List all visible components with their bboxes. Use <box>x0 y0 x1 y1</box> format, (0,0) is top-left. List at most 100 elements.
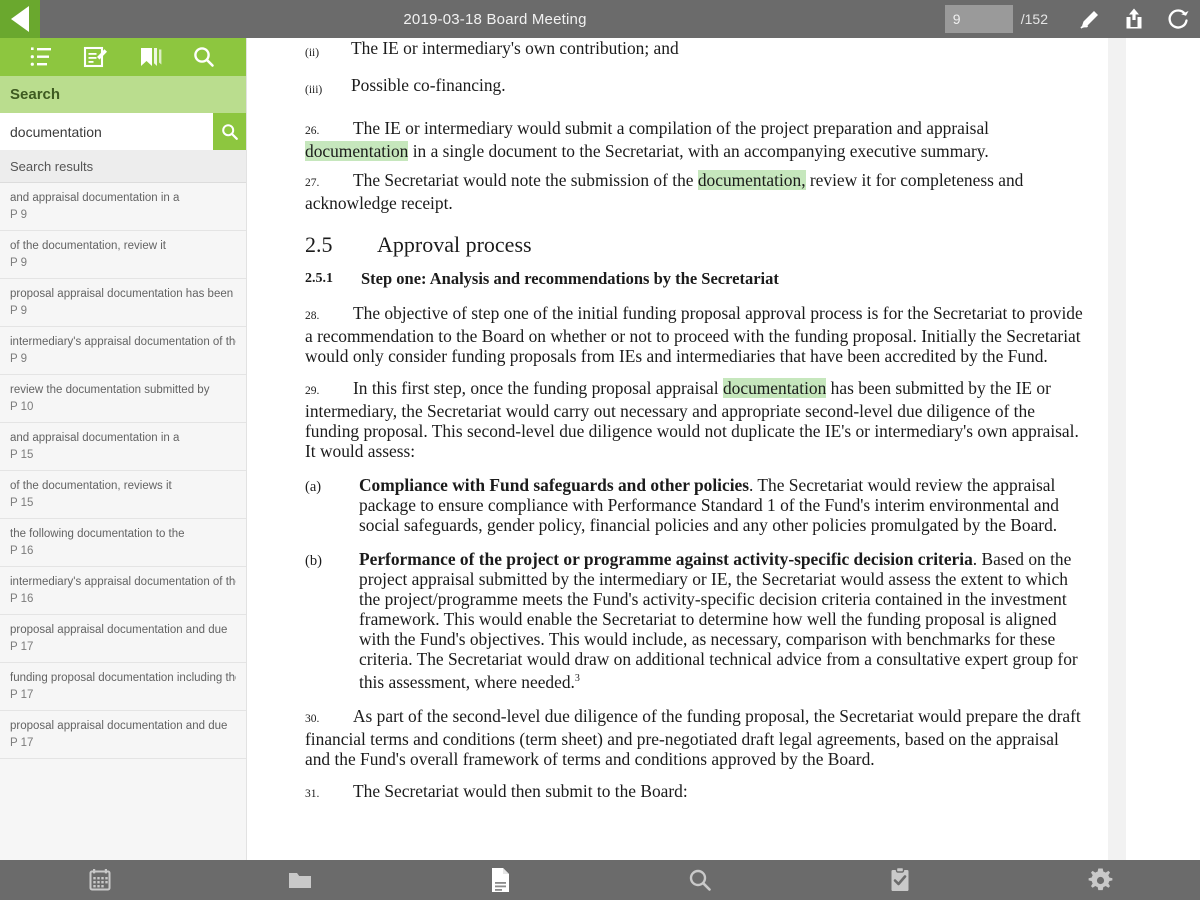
result-page: P 17 <box>10 689 34 701</box>
result-page: P 17 <box>10 641 34 653</box>
result-page: P 9 <box>10 257 28 269</box>
list-item[interactable]: and appraisal documentation in a P 15 <box>0 423 246 471</box>
list-item[interactable]: intermediary's appraisal documentation o… <box>0 327 246 375</box>
document-viewport[interactable]: (ii) The IE or intermediary's own contri… <box>248 38 1200 860</box>
result-page: P 15 <box>10 497 34 509</box>
paragraph-text-part: The Secretariat would note the submissio… <box>353 170 698 190</box>
result-snippet: funding proposal documentation including… <box>10 672 236 684</box>
paragraph-number: 31. <box>305 787 320 800</box>
list-letter: (b) <box>305 553 322 569</box>
paragraph-number: 28. <box>305 310 320 322</box>
section-title: Approval process <box>377 232 532 257</box>
list-letter: (a) <box>305 479 322 495</box>
refresh-sync-icon <box>1167 8 1188 29</box>
result-page: P 16 <box>10 545 34 557</box>
roman-list-item: (iii) Possible co-financing. <box>305 75 1086 100</box>
list-body: Performance of the project or programme … <box>359 549 1086 692</box>
search-results-label: Search results <box>0 150 246 183</box>
paragraph-30: 30. As part of the second-level due dilig… <box>305 706 1086 769</box>
search-highlight: documentation <box>305 141 409 161</box>
result-page: P 15 <box>10 449 34 461</box>
top-toolbar-right: /152 <box>944 0 1200 38</box>
roman-text: Possible co-financing. <box>351 75 506 95</box>
list-item[interactable]: intermediary's appraisal documentation o… <box>0 567 246 615</box>
roman-numeral: (iii) <box>305 84 323 96</box>
search-icon <box>221 123 238 140</box>
back-arrow-icon <box>11 6 29 32</box>
result-snippet: proposal appraisal documentation and due <box>10 720 228 732</box>
search-input[interactable] <box>0 113 213 150</box>
section-number: 2.5 <box>305 232 333 257</box>
result-snippet: intermediary's appraisal documentation o… <box>10 576 236 588</box>
folder-icon <box>289 873 311 888</box>
paragraph-26: 26. The IE or intermediary would submit a… <box>305 118 1086 161</box>
share-button[interactable] <box>1112 0 1156 38</box>
pdf-page: (ii) The IE or intermediary's own contri… <box>248 38 1108 860</box>
paragraph-31: 31. The Secretariat would then submit to … <box>305 781 1086 804</box>
bottom-toolbar <box>0 860 1200 900</box>
list-item-text: . Based on the project appraisal submitt… <box>359 549 1078 692</box>
list-item[interactable]: of the documentation, reviews it P 15 <box>0 471 246 519</box>
list-item[interactable]: of the documentation, review it P 9 <box>0 231 246 279</box>
sidebar-item-search[interactable] <box>183 38 227 76</box>
result-page: P 10 <box>10 401 34 413</box>
result-snippet: and appraisal documentation in a <box>10 192 180 204</box>
roman-text: The IE or intermediary's own contributio… <box>351 38 679 58</box>
annotate-button[interactable] <box>1068 0 1112 38</box>
document-icon <box>492 868 509 892</box>
paragraph-number: 29. <box>305 385 320 397</box>
list-item-b: (b) Performance of the project or progra… <box>305 549 1086 692</box>
tasks-button[interactable] <box>870 860 930 900</box>
pdf-reader-app: 2019-03-18 Board Meeting /152 <box>0 0 1200 900</box>
paragraph-text-part: As part of the second-level due diligenc… <box>305 705 1081 769</box>
search-highlight: documentation, <box>697 170 806 190</box>
result-snippet: the following documentation to the <box>10 528 185 540</box>
folder-button[interactable] <box>270 860 330 900</box>
bookmark-icon <box>140 48 162 66</box>
result-snippet: of the documentation, review it <box>10 240 166 252</box>
paragraph-27: 27. The Secretariat would note the submis… <box>305 170 1086 213</box>
search-results-list[interactable]: and appraisal documentation in a P 9 of … <box>0 183 246 860</box>
search-bar <box>0 113 246 150</box>
footnote-marker: 3 <box>574 673 580 684</box>
result-page: P 9 <box>10 305 28 317</box>
paragraph-text-part: The Secretariat would then submit to the… <box>353 780 688 801</box>
search-icon <box>194 47 215 67</box>
gear-icon <box>1088 868 1112 890</box>
list-item[interactable]: and appraisal documentation in a P 9 <box>0 183 246 231</box>
clipboard-check-icon <box>891 866 909 891</box>
search-highlight: documentation <box>722 378 827 398</box>
sidebar-item-bookmarks[interactable] <box>128 38 172 76</box>
result-snippet: review the documentation submitted by <box>10 384 210 396</box>
paragraph-text-part: In this first step, once the funding pro… <box>353 378 723 398</box>
list-item[interactable]: review the documentation submitted by P … <box>0 375 246 423</box>
paragraph-28: 28. The objective of step one of the init… <box>305 303 1086 366</box>
paragraph-text-part: in a single document to the Secretariat,… <box>408 141 989 161</box>
share-upload-icon <box>1126 8 1142 29</box>
search-icon <box>689 869 711 891</box>
sync-button[interactable] <box>1156 0 1200 38</box>
sidebar-item-outline[interactable] <box>19 38 63 76</box>
calendar-button[interactable] <box>70 860 130 900</box>
sidebar-panel: Search Search results and appraisal docu… <box>0 38 247 860</box>
search-submit-button[interactable] <box>213 113 246 150</box>
list-item[interactable]: funding proposal documentation including… <box>0 663 246 711</box>
list-item[interactable]: proposal appraisal documentation and due… <box>0 615 246 663</box>
result-page: P 16 <box>10 593 34 605</box>
list-item[interactable]: proposal appraisal documentation and due… <box>0 711 246 759</box>
page-total-label: /152 <box>1020 11 1048 27</box>
list-item-a: (a) Compliance with Fund safeguards and … <box>305 475 1086 535</box>
paragraph-text-part: The objective of step one of the initial… <box>305 303 1083 366</box>
page-number-input[interactable] <box>944 5 1013 33</box>
settings-button[interactable] <box>1070 860 1130 900</box>
list-item-title: Performance of the project or programme … <box>359 549 973 569</box>
list-item[interactable]: proposal appraisal documentation has bee… <box>0 279 246 327</box>
top-toolbar: 2019-03-18 Board Meeting /152 <box>0 0 1200 38</box>
search-button[interactable] <box>670 860 730 900</box>
subsection-title: Step one: Analysis and recommendations b… <box>361 269 779 288</box>
back-button[interactable] <box>0 0 40 38</box>
list-item[interactable]: the following documentation to the P 16 <box>0 519 246 567</box>
sidebar-item-annotations[interactable] <box>74 38 118 76</box>
result-page: P 9 <box>10 353 28 365</box>
documents-button[interactable] <box>470 860 530 900</box>
